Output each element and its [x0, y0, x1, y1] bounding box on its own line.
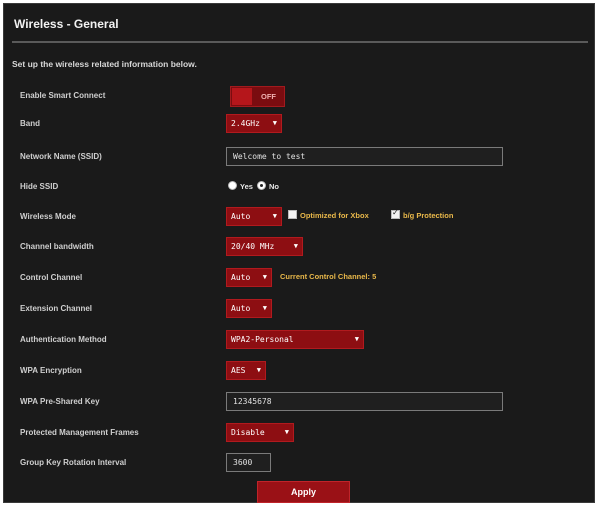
wpa-encryption-label: WPA Encryption: [20, 366, 82, 375]
band-label: Band: [20, 119, 40, 128]
hide-ssid-no-radio[interactable]: [257, 181, 266, 190]
band-select[interactable]: 2.4GHz ▼: [226, 114, 282, 133]
auth-method-value: WPA2-Personal: [231, 335, 294, 344]
extension-channel-label: Extension Channel: [20, 304, 93, 313]
ssid-input[interactable]: Welcome to test: [226, 147, 503, 166]
row-ssid: Network Name (SSID) Welcome to test: [4, 144, 596, 170]
optimize-xbox-label: Optimized for Xbox: [300, 211, 369, 220]
row-control-channel: Control Channel Auto ▼ Current Control C…: [4, 265, 596, 291]
bg-protection-label: b/g Protection: [403, 211, 454, 220]
channel-bandwidth-value: 20/40 MHz: [231, 242, 275, 251]
optimize-xbox-checkbox[interactable]: [288, 210, 297, 219]
chevron-down-icon: ▼: [272, 119, 277, 127]
chevron-down-icon: ▼: [256, 366, 261, 374]
control-channel-value: Auto: [231, 273, 251, 282]
wpa-encryption-select[interactable]: AES ▼: [226, 361, 266, 380]
row-smart-connect: Enable Smart Connect OFF: [4, 83, 596, 109]
channel-bandwidth-label: Channel bandwidth: [20, 242, 94, 251]
apply-button[interactable]: Apply: [257, 481, 350, 503]
row-band: Band 2.4GHz ▼: [4, 111, 596, 137]
extension-channel-select[interactable]: Auto ▼: [226, 299, 272, 318]
row-wpa-encryption: WPA Encryption AES ▼: [4, 358, 596, 384]
ssid-label: Network Name (SSID): [20, 152, 102, 161]
row-extension-channel: Extension Channel Auto ▼: [4, 296, 596, 322]
row-channel-bandwidth: Channel bandwidth 20/40 MHz ▼: [4, 234, 596, 260]
hide-ssid-label: Hide SSID: [20, 182, 59, 191]
channel-bandwidth-select[interactable]: 20/40 MHz ▼: [226, 237, 303, 256]
control-channel-select[interactable]: Auto ▼: [226, 268, 272, 287]
chevron-down-icon: ▼: [284, 428, 289, 436]
wireless-mode-select[interactable]: Auto ▼: [226, 207, 282, 226]
title-divider: [12, 41, 588, 43]
row-wireless-mode: Wireless Mode Auto ▼ Optimized for Xbox …: [4, 204, 596, 230]
pmf-select[interactable]: Disable ▼: [226, 423, 294, 442]
wpa-key-label: WPA Pre-Shared Key: [20, 397, 100, 406]
wpa-key-input[interactable]: 12345678: [226, 392, 503, 411]
hide-ssid-yes-radio[interactable]: [228, 181, 237, 190]
row-group-key: Group Key Rotation Interval 3600: [4, 450, 596, 476]
band-value: 2.4GHz: [231, 119, 260, 128]
wireless-general-panel: Wireless - General Set up the wireless r…: [3, 3, 595, 503]
page-description: Set up the wireless related information …: [12, 59, 197, 69]
row-hide-ssid: Hide SSID Yes No: [4, 174, 596, 200]
pmf-label: Protected Management Frames: [20, 428, 139, 437]
auth-method-select[interactable]: WPA2-Personal ▼: [226, 330, 364, 349]
current-control-channel: Current Control Channel: 5: [280, 272, 377, 281]
chevron-down-icon: ▼: [354, 335, 359, 343]
row-pmf: Protected Management Frames Disable ▼: [4, 420, 596, 446]
pmf-value: Disable: [231, 428, 265, 437]
auth-method-label: Authentication Method: [20, 335, 107, 344]
chevron-down-icon: ▼: [262, 273, 267, 281]
row-wpa-key: WPA Pre-Shared Key 12345678: [4, 389, 596, 415]
toggle-state: OFF: [261, 92, 276, 101]
bg-protection-checkbox[interactable]: [391, 208, 400, 219]
page-title: Wireless - General: [14, 17, 119, 31]
chevron-down-icon: ▼: [262, 304, 267, 312]
hide-ssid-no-label: No: [269, 182, 279, 191]
smart-connect-toggle[interactable]: OFF: [230, 86, 285, 107]
wireless-mode-label: Wireless Mode: [20, 212, 76, 221]
toggle-knob: [232, 88, 252, 105]
smart-connect-label: Enable Smart Connect: [20, 91, 106, 100]
chevron-down-icon: ▼: [293, 242, 298, 250]
hide-ssid-yes-label: Yes: [240, 182, 253, 191]
wireless-mode-value: Auto: [231, 212, 251, 221]
wpa-encryption-value: AES: [231, 366, 246, 375]
row-auth-method: Authentication Method WPA2-Personal ▼: [4, 327, 596, 353]
group-key-label: Group Key Rotation Interval: [20, 458, 127, 467]
group-key-input[interactable]: 3600: [226, 453, 271, 472]
extension-channel-value: Auto: [231, 304, 251, 313]
chevron-down-icon: ▼: [272, 212, 277, 220]
control-channel-label: Control Channel: [20, 273, 83, 282]
